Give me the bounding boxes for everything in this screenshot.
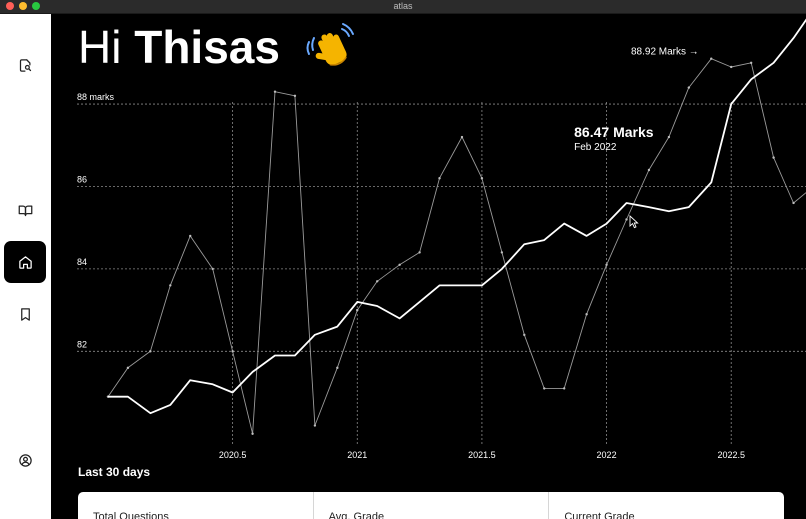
x-tick-label: 2021 bbox=[347, 450, 367, 460]
sidebar bbox=[0, 14, 51, 519]
stat-label: Total Questions bbox=[93, 511, 169, 519]
home-icon bbox=[18, 255, 32, 269]
series-2-point bbox=[523, 333, 526, 337]
series-2-point bbox=[562, 387, 566, 390]
series-2-point bbox=[625, 218, 628, 221]
series-2-point bbox=[460, 135, 464, 139]
series-2-point bbox=[792, 201, 795, 205]
series-2-point bbox=[293, 94, 297, 98]
section-title-last-30-days: Last 30 days bbox=[78, 465, 151, 479]
window-title: atlas bbox=[393, 1, 413, 11]
nav-home-button[interactable] bbox=[4, 241, 46, 283]
user-name: Thisas bbox=[134, 21, 280, 73]
stat-current-grade: Current Grade bbox=[549, 492, 784, 519]
series-2-point bbox=[251, 432, 254, 435]
series-2-point bbox=[356, 308, 359, 312]
series-2-point bbox=[585, 313, 588, 316]
stat-label: Current Grade bbox=[564, 511, 635, 519]
series-2-point bbox=[772, 156, 775, 159]
series-2-point bbox=[710, 57, 713, 60]
series-2-point bbox=[500, 251, 504, 254]
window-titlebar: atlas bbox=[0, 0, 806, 14]
bookmark-icon bbox=[20, 307, 30, 321]
series-2-point bbox=[149, 350, 152, 353]
series-2-point bbox=[418, 251, 421, 254]
series-2-point bbox=[126, 366, 130, 370]
waving-hand-icon bbox=[306, 23, 354, 66]
page-greeting: Hi Thisas bbox=[78, 24, 280, 70]
main-content: 82 84 86 88 marks 2020.5 2021 2021.5 2022 2022.5… bbox=[51, 14, 806, 519]
y-tick-label: 88 marks bbox=[77, 92, 115, 102]
series-2-point bbox=[730, 65, 733, 69]
nav-search-button[interactable] bbox=[4, 44, 46, 86]
greeting-word: Hi bbox=[78, 21, 122, 73]
series-2-point bbox=[667, 135, 671, 139]
nav-library-button[interactable] bbox=[4, 189, 46, 231]
series-2-point bbox=[480, 177, 484, 180]
nav-profile-button[interactable] bbox=[4, 439, 46, 481]
y-tick-label: 84 bbox=[77, 257, 87, 267]
series-2-line bbox=[107, 58, 806, 435]
user-circle-icon bbox=[18, 453, 32, 467]
x-tick-label: 2020.5 bbox=[219, 450, 247, 460]
series-2-point bbox=[749, 61, 753, 65]
series-2-point bbox=[189, 234, 192, 238]
series-2-point bbox=[231, 350, 234, 353]
stat-label: Avg. Grade bbox=[328, 511, 385, 519]
book-icon bbox=[18, 205, 32, 216]
y-tick-label: 86 bbox=[77, 174, 87, 184]
stat-total-questions: Total Questions bbox=[78, 492, 314, 519]
series-2-point bbox=[211, 267, 214, 271]
series-2-point bbox=[687, 86, 691, 89]
x-tick-label: 2022 bbox=[597, 450, 617, 460]
grades-chart: 82 84 86 88 marks 2020.5 2021 2021.5 2022 2022.5… bbox=[77, 18, 806, 460]
peak-annotation: 88.92 Marks → bbox=[631, 47, 699, 58]
tooltip-value: 86.47 Marks bbox=[574, 124, 654, 140]
series-2-point bbox=[376, 280, 379, 283]
stat-avg-grade: Avg. Grade bbox=[314, 492, 550, 519]
series-2-point bbox=[169, 284, 172, 287]
y-tick-label: 82 bbox=[77, 339, 87, 349]
series-2-point bbox=[543, 387, 546, 390]
series-2-point bbox=[336, 366, 339, 370]
x-tick-label: 2021.5 bbox=[468, 450, 496, 460]
series-2-point bbox=[438, 177, 441, 180]
series-1-line bbox=[108, 18, 806, 415]
stats-card: Total Questions Avg. Grade Current Grade bbox=[78, 492, 784, 519]
series-2-point bbox=[647, 168, 651, 172]
series-2-point bbox=[313, 424, 317, 427]
x-tick-label: 2022.5 bbox=[717, 450, 745, 460]
search-document-icon bbox=[19, 58, 31, 72]
series-2-point bbox=[273, 90, 277, 93]
series-2-point bbox=[398, 263, 401, 266]
tooltip-date: Feb 2022 bbox=[574, 142, 617, 153]
series-2-point bbox=[605, 263, 608, 266]
mouse-cursor-icon bbox=[629, 215, 639, 229]
nav-bookmarks-button[interactable] bbox=[4, 293, 46, 335]
